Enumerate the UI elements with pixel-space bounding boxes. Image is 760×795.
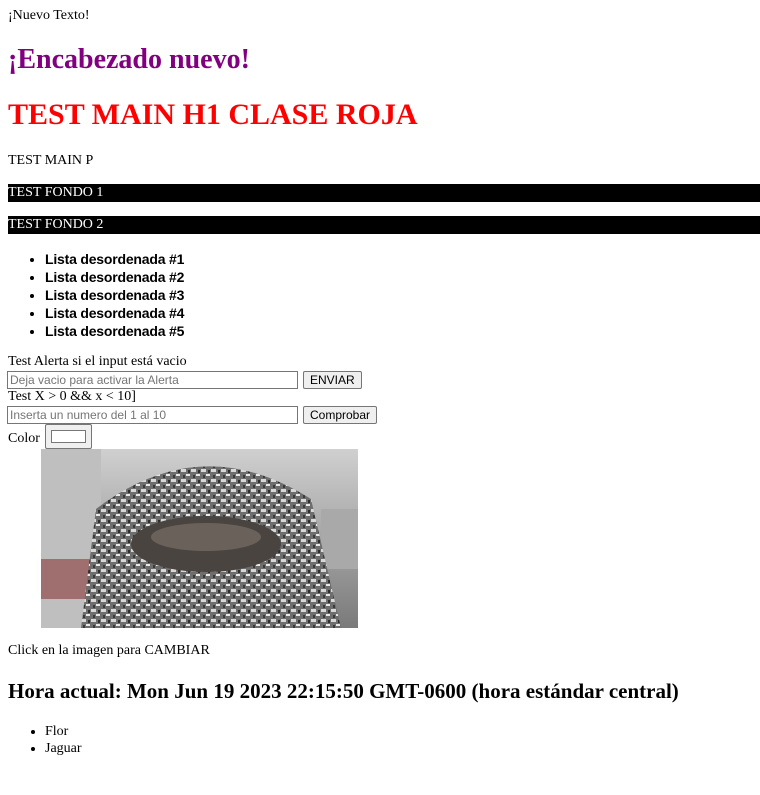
unordered-list: Lista desordenada #1 Lista desordenada #… bbox=[8, 250, 184, 340]
photo-person-hood-icon bbox=[41, 449, 358, 628]
color-label: Color bbox=[8, 431, 40, 446]
nuevo-texto: ¡Nuevo Texto! bbox=[8, 8, 90, 23]
number-input[interactable] bbox=[7, 406, 298, 424]
list-item: Lista desordenada #1 bbox=[45, 250, 184, 268]
current-time-heading: Hora actual: Mon Jun 19 2023 22:15:50 GM… bbox=[8, 679, 679, 703]
list-item: Lista desordenada #2 bbox=[45, 268, 184, 286]
image-caption: Click en la imagen para CAMBIAR bbox=[8, 643, 210, 658]
final-list: Flor Jaguar bbox=[8, 723, 82, 757]
encabezado-heading: ¡Encabezado nuevo! bbox=[8, 44, 250, 75]
list-item: Jaguar bbox=[45, 740, 82, 757]
list-item: Lista desordenada #5 bbox=[45, 322, 184, 340]
main-paragraph: TEST MAIN P bbox=[8, 153, 94, 168]
fondo-1-bar: TEST FONDO 1 bbox=[8, 184, 760, 202]
main-h1-red: TEST MAIN H1 CLASE ROJA bbox=[8, 98, 418, 131]
list-item: Lista desordenada #3 bbox=[45, 286, 184, 304]
list-item: Lista desordenada #4 bbox=[45, 304, 184, 322]
color-picker[interactable] bbox=[45, 424, 92, 449]
alert-input[interactable] bbox=[7, 371, 298, 389]
fondo-2-bar: TEST FONDO 2 bbox=[8, 216, 760, 234]
enviar-button[interactable]: ENVIAR bbox=[303, 371, 362, 389]
alert-test-label: Test Alerta si el input está vacio bbox=[8, 354, 187, 369]
comprobar-button[interactable]: Comprobar bbox=[303, 406, 378, 424]
color-swatch bbox=[51, 430, 86, 443]
range-test-label: Test X > 0 && x < 10] bbox=[8, 389, 136, 404]
list-item: Flor bbox=[45, 723, 82, 740]
clickable-photo[interactable] bbox=[41, 449, 358, 628]
